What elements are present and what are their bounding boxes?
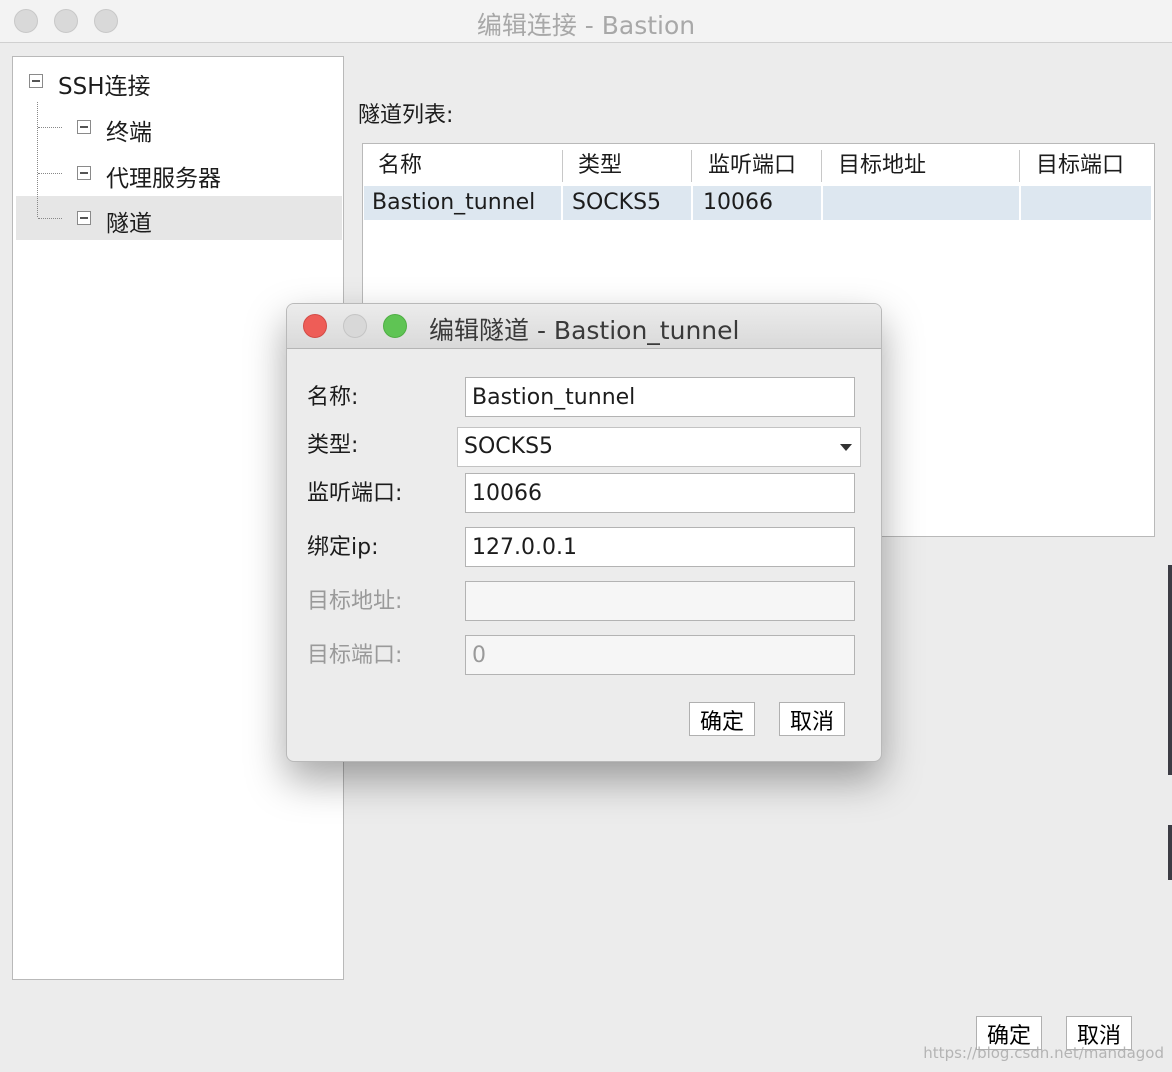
tree-connector	[37, 102, 38, 217]
cell-divider	[821, 186, 823, 220]
background-window-edge	[1168, 565, 1172, 775]
dialog-title: 编辑隧道 - Bastion_tunnel	[429, 316, 740, 345]
edit-tunnel-dialog: 编辑隧道 - Bastion_tunnel 名称: 类型: SOCKS5 监听端…	[286, 303, 882, 762]
window-titlebar: 编辑连接 - Bastion	[0, 0, 1172, 43]
cell-divider	[561, 186, 563, 220]
tree-node-label: 隧道	[106, 211, 152, 237]
dropdown-arrow-icon	[840, 444, 852, 451]
type-select[interactable]: SOCKS5	[457, 427, 861, 467]
cell-type: SOCKS5	[572, 190, 662, 215]
window-title: 编辑连接 - Bastion	[476, 11, 696, 40]
target-port-field[interactable]	[465, 635, 855, 675]
target-address-label: 目标地址:	[307, 589, 403, 614]
column-header-type[interactable]: 类型	[578, 148, 622, 184]
tunnel-list-label: 隧道列表:	[358, 103, 454, 128]
collapse-icon[interactable]	[77, 120, 91, 134]
column-header-target-address[interactable]: 目标地址	[838, 148, 926, 184]
tree-node-label: 代理服务器	[106, 166, 221, 192]
dialog-zoom-button[interactable]	[383, 314, 407, 338]
tree-node-ssh[interactable]: SSH连接	[16, 62, 316, 102]
name-field[interactable]	[465, 377, 855, 417]
collapse-icon[interactable]	[77, 166, 91, 180]
column-divider[interactable]	[821, 150, 822, 182]
tree-node-proxy[interactable]: 代理服务器	[62, 154, 322, 194]
listen-port-label: 监听端口:	[307, 481, 403, 506]
column-header-target-port[interactable]: 目标端口	[1036, 148, 1124, 184]
column-divider[interactable]	[1019, 150, 1020, 182]
target-port-label: 目标端口:	[307, 643, 403, 668]
background-window-edge-2	[1168, 825, 1172, 880]
type-select-value: SOCKS5	[464, 434, 554, 459]
cell-listen-port: 10066	[703, 190, 773, 215]
tree-connector	[38, 218, 62, 219]
tree-node-label: 终端	[106, 120, 152, 146]
collapse-icon[interactable]	[29, 74, 43, 88]
cell-name: Bastion_tunnel	[372, 190, 536, 215]
tree-connector	[38, 173, 62, 174]
dialog-minimize-button[interactable]	[343, 314, 367, 338]
collapse-icon[interactable]	[77, 211, 91, 225]
dialog-titlebar: 编辑隧道 - Bastion_tunnel	[287, 304, 881, 349]
tree-node-terminal[interactable]: 终端	[62, 108, 322, 148]
dialog-close-button[interactable]	[303, 314, 327, 338]
dialog-ok-button[interactable]: 确定	[689, 702, 755, 736]
column-header-listen-port[interactable]: 监听端口	[708, 148, 796, 184]
bind-ip-label: 绑定ip:	[307, 535, 379, 560]
column-header-name[interactable]: 名称	[378, 148, 422, 184]
cell-divider	[1019, 186, 1021, 220]
tree-node-label: SSH连接	[58, 74, 151, 100]
target-address-field[interactable]	[465, 581, 855, 621]
tree-connector	[38, 127, 62, 128]
column-divider[interactable]	[691, 150, 692, 182]
listen-port-field[interactable]	[465, 473, 855, 513]
dialog-cancel-button[interactable]: 取消	[779, 702, 845, 736]
column-divider[interactable]	[562, 150, 563, 182]
tree-node-tunnel[interactable]: 隧道	[62, 199, 322, 239]
cell-divider	[691, 186, 693, 220]
watermark: https://blog.csdn.net/mandagod	[923, 1044, 1164, 1062]
type-label: 类型:	[307, 433, 359, 458]
name-label: 名称:	[307, 385, 359, 410]
bind-ip-field[interactable]	[465, 527, 855, 567]
